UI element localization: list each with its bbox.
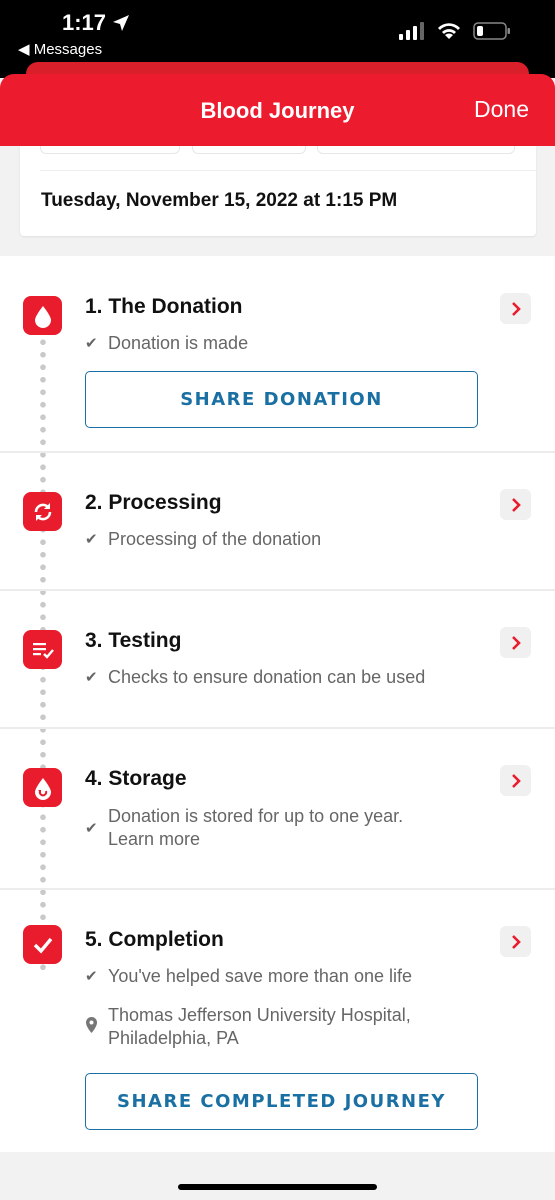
step-status-text: Donation is made [108,333,249,353]
share-donation-button[interactable]: SHARE DONATION [85,371,478,428]
step-status: ✔ You've helped save more than one life [85,965,412,988]
hospital-location: Thomas Jefferson University Hospital, Ph… [85,1004,411,1050]
battery-icon [473,22,510,40]
step-title: 4. Storage [85,767,187,790]
cellular-signal-icon [399,22,424,40]
hospital-line: Thomas Jefferson University Hospital, [108,1005,411,1025]
journey-list: 1. The Donation ✔ Donation is made SHARE… [0,256,555,1152]
step-status-text: Processing of the donation [108,529,322,549]
storage-line: Donation is stored for up to one year. [108,806,404,826]
divider [40,170,536,171]
hidden-tab [317,146,515,154]
home-indicator[interactable] [178,1184,377,1190]
blood-drop-icon [23,296,62,335]
step-status: ✔ Donation is stored for up to one year.… [85,805,403,851]
map-pin-icon [85,1016,100,1041]
modal-header: Blood Journey Done [0,74,555,146]
status-icons [399,22,511,40]
step-title: 5. Completion [85,928,224,951]
donation-date: Tuesday, November 15, 2022 at 1:15 PM [41,190,398,211]
step-status-text: Checks to ensure donation can be used [108,667,426,687]
done-button[interactable]: Done [474,96,529,123]
step-title: 2. Processing [85,491,222,514]
back-to-messages-link[interactable]: ◀ Messages [18,40,102,58]
share-completed-journey-button[interactable]: SHARE COMPLETED JOURNEY [85,1073,478,1130]
status-time: 1:17 [62,10,107,35]
step-status: ✔ Checks to ensure donation can be used [85,666,425,689]
hidden-tab [40,146,180,154]
step-status-text: You've helped save more than one life [108,966,412,986]
chevron-right-icon[interactable] [500,926,531,957]
hidden-tab [192,146,306,154]
date-area: Tuesday, November 15, 2022 at 1:15 PM [0,146,555,254]
drop-storage-icon [23,768,62,807]
step-status: ✔ Donation is made [85,332,248,355]
chevron-right-icon[interactable] [500,627,531,658]
check-icon: ✔ [85,335,98,352]
chevron-right-icon[interactable] [500,293,531,324]
step-status: ✔ Processing of the donation [85,528,321,551]
home-indicator-area [0,1152,555,1200]
divider [0,888,555,890]
chevron-right-icon[interactable] [500,489,531,520]
checklist-icon [23,630,62,669]
date-card: Tuesday, November 15, 2022 at 1:15 PM [20,146,536,236]
wifi-icon [438,23,460,39]
check-icon: ✔ [85,669,98,686]
step-title: 1. The Donation [85,295,243,318]
checkmark-icon [23,925,62,964]
sync-icon [23,492,62,531]
divider [0,451,555,453]
hospital-city: Philadelphia, PA [108,1028,239,1048]
location-arrow-icon [112,14,130,37]
step-title: 3. Testing [85,629,182,652]
step-status-text: Donation is stored for up to one year. L… [108,805,403,851]
check-icon: ✔ [85,531,98,548]
divider [0,727,555,729]
hospital-name: Thomas Jefferson University Hospital, Ph… [108,1004,411,1050]
divider [0,589,555,591]
check-icon: ✔ [85,820,98,837]
check-icon: ✔ [85,968,98,985]
chevron-right-icon[interactable] [500,765,531,796]
page-title: Blood Journey [200,98,355,123]
learn-more-link[interactable]: Learn more [108,829,200,849]
